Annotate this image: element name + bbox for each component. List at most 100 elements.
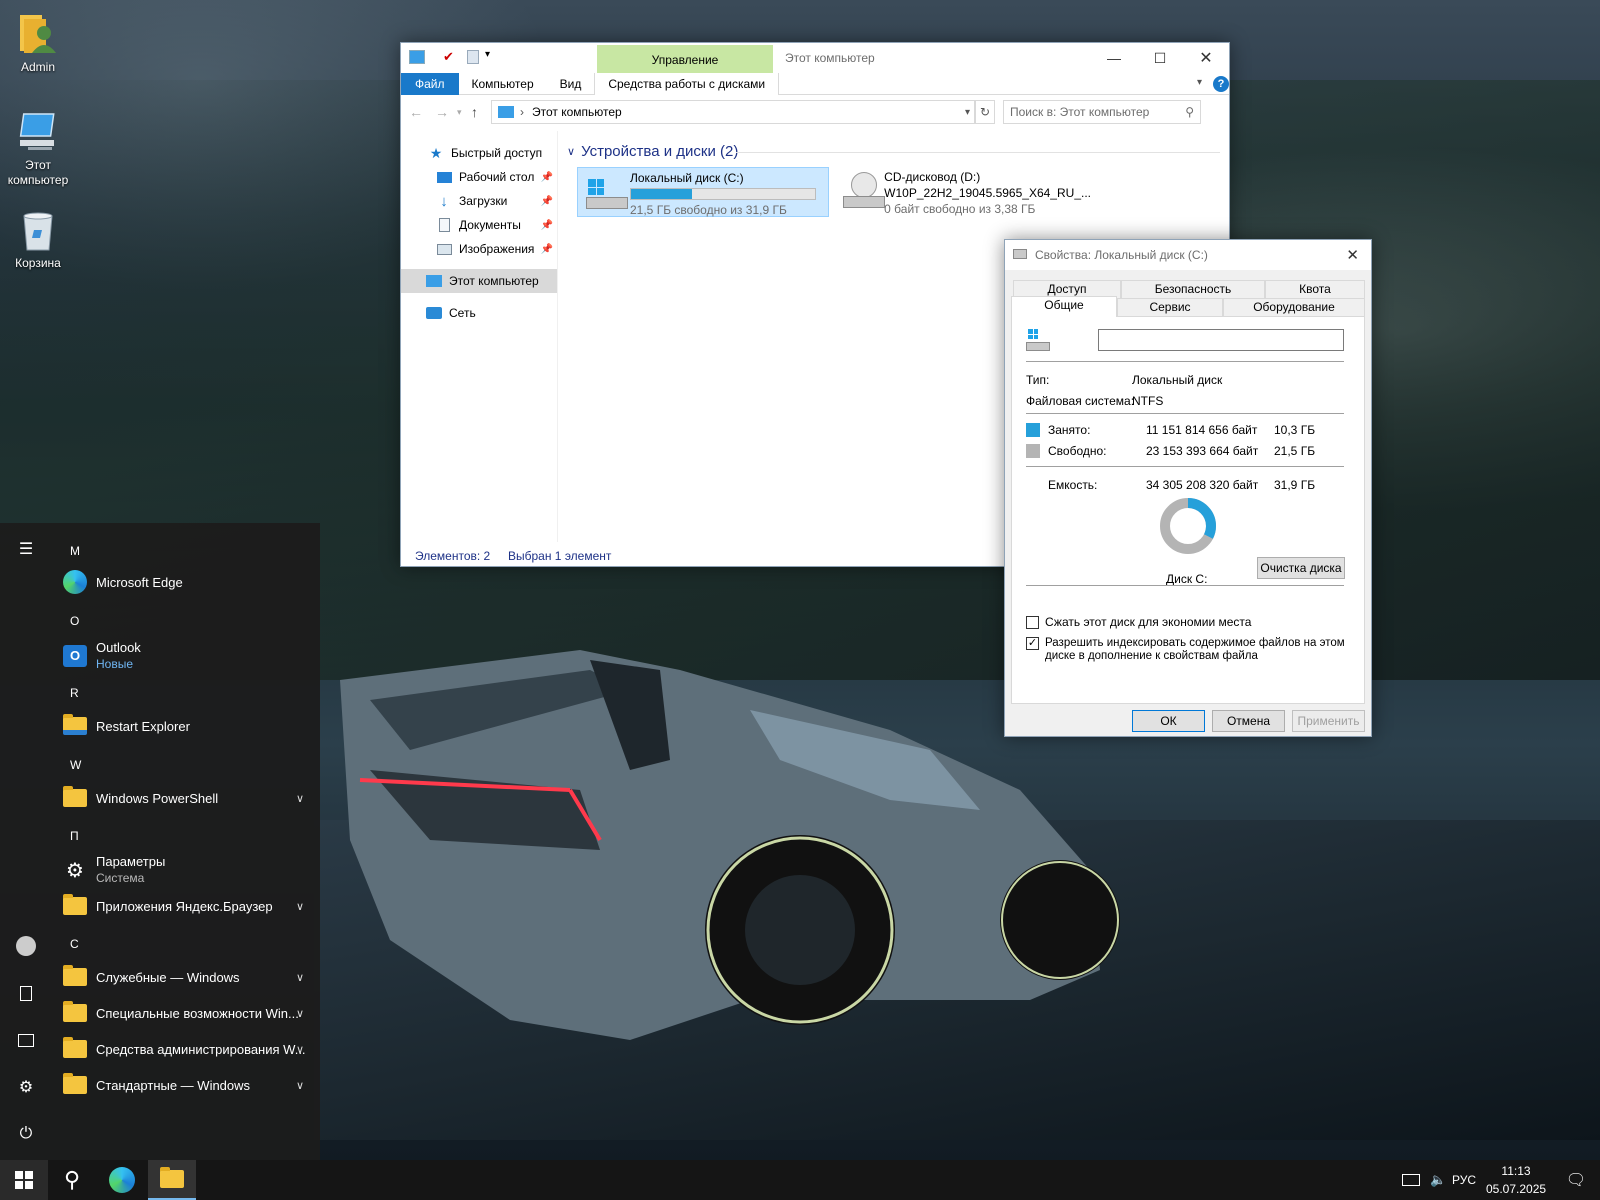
- cancel-button[interactable]: Отмена: [1212, 710, 1285, 732]
- tab-general[interactable]: Общие: [1011, 296, 1117, 317]
- network-icon[interactable]: [1402, 1174, 1420, 1186]
- nav-item-documents[interactable]: Документы 📌: [401, 213, 557, 237]
- recent-locations-icon[interactable]: ▾: [457, 107, 471, 118]
- ribbon-expand-icon[interactable]: ▾: [1197, 77, 1202, 88]
- search-button[interactable]: ⚲: [48, 1160, 96, 1200]
- drive-label: W10P_22H2_19045.5965_X64_RU_...: [884, 186, 1091, 200]
- nav-this-pc[interactable]: Этот компьютер: [401, 269, 557, 293]
- volume-label-input[interactable]: [1098, 329, 1344, 351]
- taskbar-explorer[interactable]: [148, 1160, 196, 1200]
- compress-option[interactable]: Сжать этот диск для экономии места: [1026, 615, 1251, 629]
- disk-cleanup-button[interactable]: Очистка диска: [1257, 557, 1345, 579]
- drive-c[interactable]: Локальный диск (C:) 21,5 ГБ свободно из …: [577, 167, 829, 217]
- tab-quota[interactable]: Квота: [1265, 280, 1365, 299]
- desktop-icon-this-pc[interactable]: Этот компьютер: [0, 110, 76, 188]
- tab-view[interactable]: Вид: [547, 73, 595, 95]
- start-app-accessories[interactable]: Стандартные — Windows ∨: [62, 1067, 312, 1103]
- breadcrumb-chevron-icon: ›: [520, 105, 524, 119]
- new-folder-icon[interactable]: [467, 50, 479, 64]
- tab-hardware[interactable]: Оборудование: [1223, 298, 1365, 317]
- help-icon[interactable]: ?: [1213, 76, 1229, 92]
- desktop-icon-label: Корзина: [15, 256, 61, 270]
- pictures-icon[interactable]: [13, 1027, 39, 1053]
- compress-checkbox[interactable]: [1026, 615, 1039, 629]
- chevron-down-icon[interactable]: ▾: [965, 107, 970, 118]
- cd-drive-icon: [839, 170, 885, 210]
- desktop-icon-recycle-bin[interactable]: Корзина: [0, 208, 76, 271]
- section-letter[interactable]: П: [70, 829, 79, 843]
- chevron-down-icon: ∨: [295, 971, 304, 984]
- tab-file[interactable]: Файл: [401, 72, 459, 95]
- start-app-windows-system[interactable]: Служебные — Windows ∨: [62, 959, 312, 995]
- section-letter[interactable]: R: [70, 686, 79, 700]
- user-avatar-icon[interactable]: [13, 933, 39, 959]
- forward-icon[interactable]: →: [435, 104, 457, 120]
- tab-security[interactable]: Безопасность: [1121, 280, 1265, 299]
- language-indicator[interactable]: РУС: [1452, 1160, 1476, 1200]
- section-letter[interactable]: M: [70, 544, 80, 558]
- close-button[interactable]: ✕: [1183, 43, 1229, 73]
- nav-item-desktop[interactable]: Рабочий стол 📌: [401, 165, 557, 189]
- start-app-settings[interactable]: ⚙ Параметры Система: [62, 850, 312, 890]
- nav-quick-access[interactable]: ★ Быстрый доступ: [401, 141, 557, 165]
- tab-tools[interactable]: Сервис: [1117, 298, 1223, 317]
- clock-date: 05.07.2025: [1486, 1182, 1547, 1196]
- apply-button[interactable]: Применить: [1292, 710, 1365, 732]
- search-input[interactable]: Поиск в: Этот компьютер ⚲: [1003, 100, 1201, 124]
- start-app-yandex-apps[interactable]: Приложения Яндекс.Браузер ∨: [62, 888, 312, 924]
- nav-item-downloads[interactable]: ↓ Загрузки 📌: [401, 189, 557, 213]
- minimize-button[interactable]: —: [1091, 43, 1137, 73]
- fs-value: NTFS: [1132, 394, 1164, 408]
- start-app-outlook[interactable]: O Outlook Новые: [62, 636, 312, 676]
- computer-icon: [409, 50, 425, 64]
- customize-toolbar-icon[interactable]: ▾: [485, 49, 490, 60]
- hdd-windows-icon: [1026, 329, 1052, 353]
- pane-divider: [557, 131, 558, 542]
- drive-d[interactable]: CD-дисковод (D:) W10P_22H2_19045.5965_X6…: [835, 167, 1095, 217]
- close-icon[interactable]: ✕: [1346, 246, 1359, 264]
- properties-icon[interactable]: ✔: [443, 49, 454, 65]
- chevron-down-icon: ∨: [295, 1079, 304, 1092]
- start-app-admin-tools[interactable]: Средства администрирования W... ∨: [62, 1031, 312, 1067]
- group-header[interactable]: ∨ Устройства и диски (2): [567, 143, 738, 160]
- ribbon-tabs: Файл Компьютер Вид Средства работы с дис…: [401, 72, 1229, 95]
- taskbar-edge[interactable]: [98, 1160, 146, 1200]
- app-label: Стандартные — Windows: [96, 1077, 251, 1093]
- outlook-icon: O: [62, 643, 88, 669]
- maximize-button[interactable]: ☐: [1137, 43, 1183, 73]
- ok-button[interactable]: ОК: [1132, 710, 1205, 732]
- pin-icon: 📌: [540, 243, 553, 255]
- section-letter[interactable]: С: [70, 937, 79, 951]
- app-label: Специальные возможности Win...: [96, 1005, 299, 1021]
- volume-icon[interactable]: 🔈: [1430, 1172, 1446, 1188]
- index-option[interactable]: ✓ Разрешить индексировать содержимое фай…: [1026, 637, 1345, 663]
- start-app-accessibility[interactable]: Специальные возможности Win... ∨: [62, 995, 312, 1031]
- settings-icon[interactable]: ⚙: [13, 1074, 39, 1100]
- tab-disk-tools[interactable]: Средства работы с дисками: [594, 72, 780, 95]
- nav-network[interactable]: Сеть: [401, 301, 557, 325]
- power-icon[interactable]: ⏻: [13, 1121, 39, 1147]
- tab-panel: Тип: Локальный диск Файловая система: NT…: [1011, 316, 1365, 704]
- section-letter[interactable]: O: [70, 614, 79, 628]
- app-label: Средства администрирования W...: [96, 1041, 306, 1057]
- nav-item-pictures[interactable]: Изображения 📌: [401, 237, 557, 261]
- hamburger-icon[interactable]: ☰: [13, 536, 39, 562]
- start-app-restart-explorer[interactable]: Restart Explorer: [62, 708, 312, 744]
- up-icon[interactable]: ↑: [471, 104, 491, 120]
- app-label: Outlook: [96, 640, 141, 655]
- documents-icon[interactable]: [13, 980, 39, 1006]
- action-center-icon[interactable]: 🗨: [1552, 1160, 1600, 1200]
- start-app-edge[interactable]: Microsoft Edge: [62, 564, 312, 600]
- refresh-button[interactable]: ↻: [975, 100, 995, 124]
- section-letter[interactable]: W: [70, 758, 81, 772]
- used-gb: 10,3 ГБ: [1274, 423, 1316, 437]
- tab-computer[interactable]: Компьютер: [459, 73, 547, 95]
- back-icon[interactable]: ←: [409, 104, 435, 120]
- start-button[interactable]: [0, 1160, 48, 1200]
- index-checkbox[interactable]: ✓: [1026, 637, 1039, 650]
- start-app-powershell[interactable]: Windows PowerShell ∨: [62, 780, 312, 816]
- clock[interactable]: 11:13 05.07.2025: [1486, 1162, 1546, 1198]
- address-field[interactable]: › Этот компьютер ▾: [491, 100, 975, 124]
- disk-label: Диск С:: [1166, 572, 1208, 586]
- desktop-icon-admin[interactable]: Admin: [0, 12, 76, 75]
